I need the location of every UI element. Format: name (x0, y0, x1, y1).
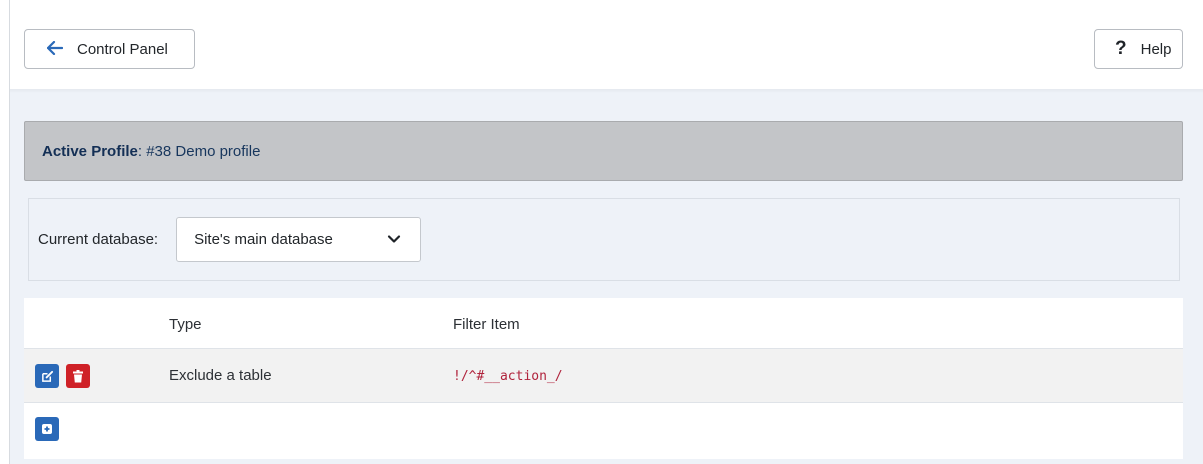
page-left-edge (0, 0, 10, 464)
table-row: Exclude a table !/^#__action_/ (24, 349, 1183, 403)
arrow-left-icon (46, 39, 64, 60)
add-row (24, 403, 1183, 459)
active-profile-bar: Active Profile : #38 Demo profile (24, 121, 1183, 181)
active-profile-value: : #38 Demo profile (137, 142, 261, 160)
current-database-label: Current database: (38, 231, 159, 248)
delete-button[interactable] (66, 364, 90, 388)
database-select[interactable]: Site's main database (176, 217, 422, 262)
control-panel-label: Control Panel (77, 40, 168, 58)
row-filter-item: !/^#__action_/ (453, 369, 563, 384)
table-header: Type Filter Item (24, 298, 1183, 349)
column-header-filter-item: Filter Item (453, 316, 520, 333)
question-icon: ? (1115, 38, 1127, 59)
help-button[interactable]: ? Help (1094, 29, 1183, 69)
row-type: Exclude a table (169, 367, 272, 384)
column-header-type: Type (169, 316, 202, 333)
filters-table: Type Filter Item Exclude a table !/^#__a… (24, 298, 1183, 459)
help-label: Help (1140, 40, 1172, 58)
database-select-value: Site's main database (194, 231, 333, 248)
edit-button[interactable] (35, 364, 59, 388)
toolbar-shadow (10, 89, 1203, 93)
control-panel-button[interactable]: Control Panel (24, 29, 195, 69)
edit-icon (41, 370, 53, 382)
plus-icon (42, 424, 52, 434)
trash-icon (73, 369, 83, 382)
chevron-down-icon (387, 235, 401, 243)
active-profile-label: Active Profile (42, 142, 138, 160)
database-panel: Current database: Site's main database (28, 198, 1180, 281)
add-filter-button[interactable] (35, 417, 59, 441)
